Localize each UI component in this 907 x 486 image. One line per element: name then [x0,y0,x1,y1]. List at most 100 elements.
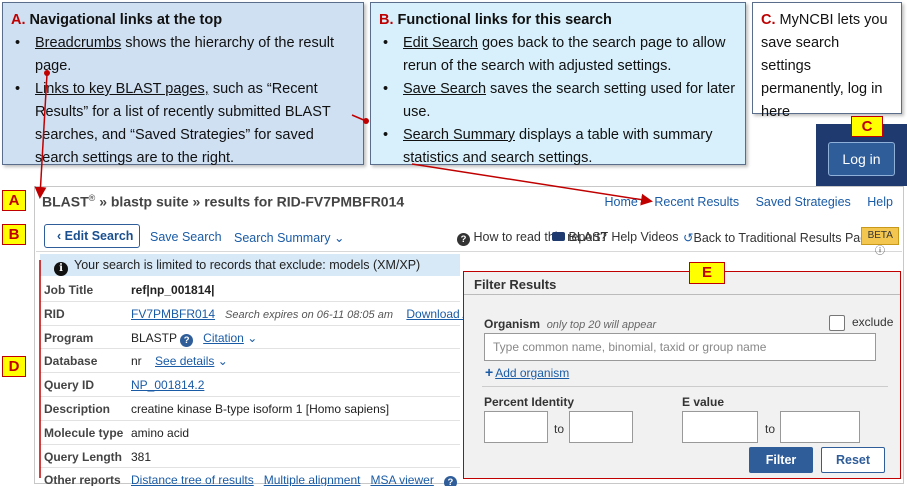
filter-title: Filter Results [474,277,557,292]
callout-b-bullet-save-search: Save Search saves the search setting use… [379,78,737,124]
callout-c-letter: C [761,12,772,28]
add-organism-link[interactable]: + Add organism [485,364,569,380]
row-label: Database [44,354,98,369]
breadcrumb-trail: » blastp suite » results for RID-FV7PMBF… [99,193,405,210]
search-function-toolbar: ‹ Edit Search Save Search Search Summary… [36,220,902,257]
top-nav-links: Home Recent Results Saved Strategies Hel… [592,195,893,209]
nav-link-home[interactable]: Home [605,195,638,209]
breadcrumb: BLAST® » blastp suite » results for RID-… [42,193,405,210]
citation-link[interactable]: Citation [203,331,244,345]
filter-title-divider [464,294,900,295]
marker-d: D [2,356,26,377]
search-limit-notice: i Your search is limited to records that … [40,254,460,276]
help-question-icon: ⓘ [875,246,885,257]
edit-search-button[interactable]: ‹ Edit Search [44,224,140,248]
plus-icon: + [485,364,494,380]
breadcrumb-blast-link[interactable]: BLAST [42,194,89,210]
help-question-icon[interactable]: ? [180,333,194,347]
filter-results-panel: Filter Results Organism only top 20 will… [463,271,901,479]
video-icon [552,232,565,241]
row-label: Job Title [44,283,94,297]
chevron-down-icon: ⌄ [217,354,228,369]
row-label: Other reports [44,473,121,486]
percent-identity-label: Percent Identity [484,395,575,409]
callout-b-bullet-search-summary: Search Summary displays a table with sum… [379,124,737,170]
row-label: Description [44,401,111,416]
chevron-down-icon: ⌄ [247,330,258,345]
filter-button[interactable]: Filter [749,447,813,473]
percent-identity-min-input[interactable] [484,411,548,443]
help-question-icon[interactable]: ? [443,476,457,486]
beta-badge[interactable]: BETA ⓘ [861,227,899,257]
help-question-icon: ? [457,233,470,246]
callout-functional-links: B. Functional links for this search Edit… [370,2,746,166]
distance-tree-link[interactable]: Distance tree of results [131,473,254,486]
table-row: Query Length 381 [40,445,460,469]
marker-a: A [2,190,26,211]
info-icon: i [54,262,68,276]
callout-c-text: MyNCBI lets you save search settings per… [761,12,888,120]
row-label: RID [44,306,65,321]
nav-link-recent-results[interactable]: Recent Results [654,195,739,209]
callout-a-letter: A [11,12,22,28]
search-summary-link[interactable]: Search Summary ⌄ [234,230,345,245]
multiple-alignment-link[interactable]: Multiple alignment [264,473,361,486]
callout-a-bullet-key-pages: Links to key BLAST pages, such as “Recen… [11,78,355,170]
save-search-link[interactable]: Save Search [150,230,222,244]
rid-expiry-text: Search expires on 06-11 08:05 am [225,308,394,321]
callout-a-heading: A. Navigational links at the top [11,12,223,28]
rid-link[interactable]: FV7PMBFR014 [131,307,215,321]
e-value-max-input[interactable] [780,411,860,443]
login-button[interactable]: Log in [828,142,895,176]
marker-e: E [689,262,725,284]
organism-label: Organism only top 20 will appear [484,317,657,331]
table-row: Molecule type amino acid [40,421,460,445]
nav-link-saved-strategies[interactable]: Saved Strategies [756,195,851,209]
table-row: Program BLASTP ? Citation ⌄ [40,326,460,350]
query-id-link[interactable]: NP_001814.2 [131,378,204,392]
exclude-checkbox[interactable] [829,315,845,331]
row-label: Program [44,330,94,345]
callout-a-title: Navigational links at the top [29,12,223,28]
table-row: Job Title ref|np_001814| [40,278,460,302]
program-value: BLASTP [131,330,177,345]
database-value: nr [131,354,142,369]
table-row: Query ID NP_001814.2 [40,373,460,397]
marker-c: C [851,116,883,137]
query-length-value: 381 [131,449,152,464]
chevron-left-icon: ‹ [57,229,65,243]
reset-button[interactable]: Reset [821,447,885,473]
undo-arrow-icon: ↺ [683,231,694,245]
callout-b-title: Functional links for this search [397,12,612,28]
row-label: Query ID [44,378,95,393]
chevron-down-icon: ⌄ [334,231,345,245]
description-value: creatine kinase B-type isoform 1 [Homo s… [131,401,390,416]
to-label: to [554,422,565,436]
exclude-label: exclude [852,315,894,329]
callout-a-bullet-breadcrumbs: Breadcrumbs shows the hierarchy of the r… [11,32,355,78]
callout-b-letter: B [379,12,390,28]
filter-separator [482,386,888,387]
table-row: Database nr See details ⌄ [40,349,460,374]
callout-b-bullet-edit-search: Edit Search goes back to the search page… [379,32,737,78]
marker-b: B [2,224,26,245]
row-label: Molecule type [44,425,124,440]
table-row: RID FV7PMBFR014 Search expires on 06-11 … [40,302,489,326]
see-details-link[interactable]: See details [155,354,214,368]
table-row: Other reports Distance tree of results M… [40,468,460,486]
organism-hint: only top 20 will appear [546,319,657,331]
e-value-min-input[interactable] [682,411,758,443]
help-videos-link[interactable]: BLAST Help Videos [552,230,679,244]
organism-input[interactable]: Type common name, binomial, taxid or gro… [484,333,876,361]
to-label: to [765,422,776,436]
callout-b-heading: B. Functional links for this search [379,12,612,28]
search-summary-table: Job Title ref|np_001814| RID FV7PMBFR014… [40,278,489,486]
percent-identity-max-input[interactable] [569,411,633,443]
row-label: Query Length [44,449,123,464]
back-traditional-link[interactable]: ↺Back to Traditional Results Page [683,230,874,245]
msa-viewer-link[interactable]: MSA viewer [370,473,433,486]
e-value-label: E value [682,395,725,409]
molecule-type-value: amino acid [131,425,190,440]
table-row: Description creatine kinase B-type isofo… [40,397,460,421]
nav-link-help[interactable]: Help [867,195,893,209]
